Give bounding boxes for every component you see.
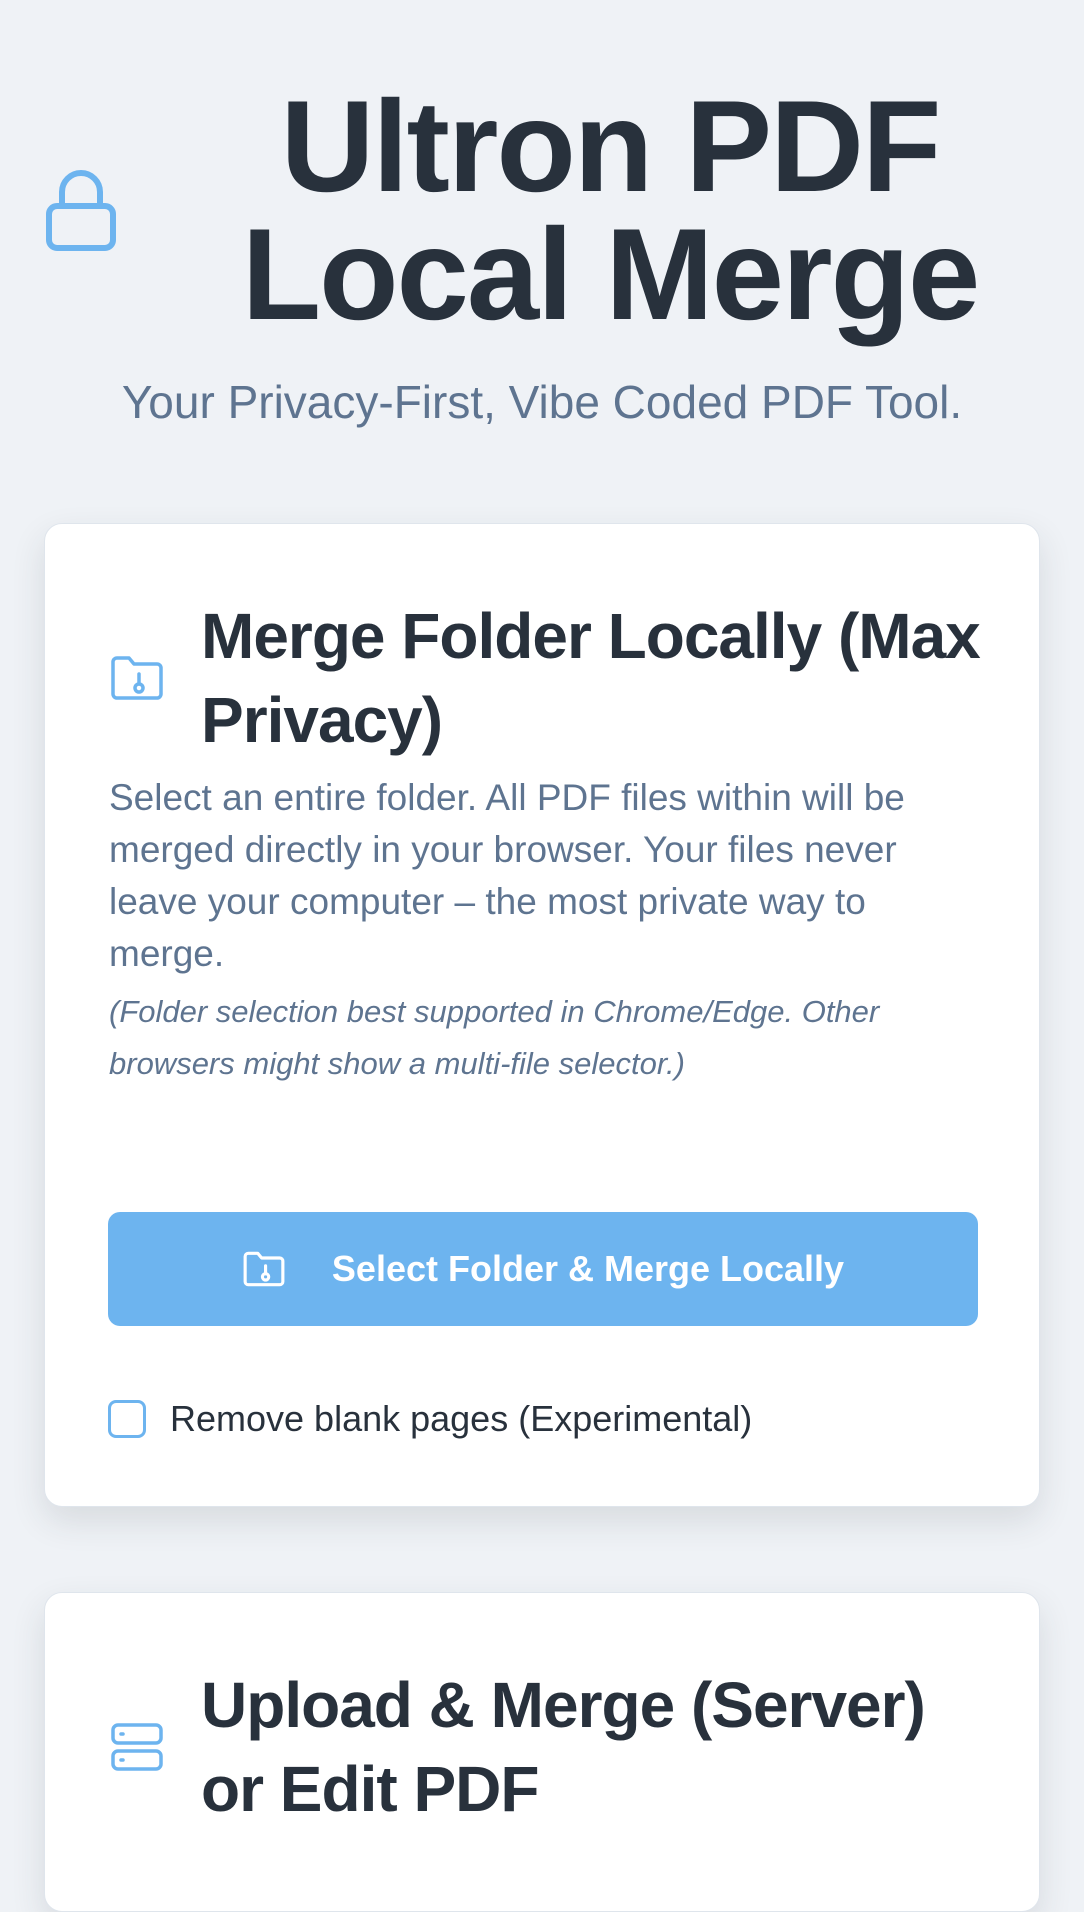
select-folder-merge-button-label: Select Folder & Merge Locally (331, 1248, 845, 1289)
local-merge-card: Merge Folder Locally (Max Privacy) Selec… (44, 523, 1040, 1507)
select-folder-merge-button[interactable]: Select Folder & Merge Locally (108, 1212, 978, 1326)
server-icon (111, 1723, 163, 1771)
local-merge-description: Select an entire folder. All PDF files w… (109, 777, 905, 974)
folder-lock-icon (111, 656, 163, 700)
remove-blank-pages-label[interactable]: Remove blank pages (Experimental) (170, 1397, 752, 1441)
local-merge-card-header: Merge Folder Locally (Max Privacy) (109, 594, 989, 762)
local-merge-title: Merge Folder Locally (Max Privacy) (201, 600, 981, 756)
page-title: Ultron PDF Local Merge (241, 73, 981, 347)
page-header: Ultron PDF Local Merge Your Privacy-Firs… (0, 0, 1084, 470)
server-merge-card-header: Upload & Merge (Server) or Edit PDF (109, 1663, 989, 1831)
page-subtitle: Your Privacy-First, Vibe Coded PDF Tool. (121, 376, 963, 428)
server-merge-card: Upload & Merge (Server) or Edit PDF (44, 1592, 1040, 1912)
remove-blank-pages-option[interactable]: Remove blank pages (Experimental) (108, 1397, 752, 1441)
server-merge-title: Upload & Merge (Server) or Edit PDF (201, 1669, 926, 1825)
lock-icon (46, 170, 116, 251)
browser-support-note: (Folder selection best supported in Chro… (109, 994, 880, 1081)
remove-blank-pages-checkbox[interactable] (108, 1400, 146, 1438)
folder-lock-icon (243, 1251, 285, 1287)
